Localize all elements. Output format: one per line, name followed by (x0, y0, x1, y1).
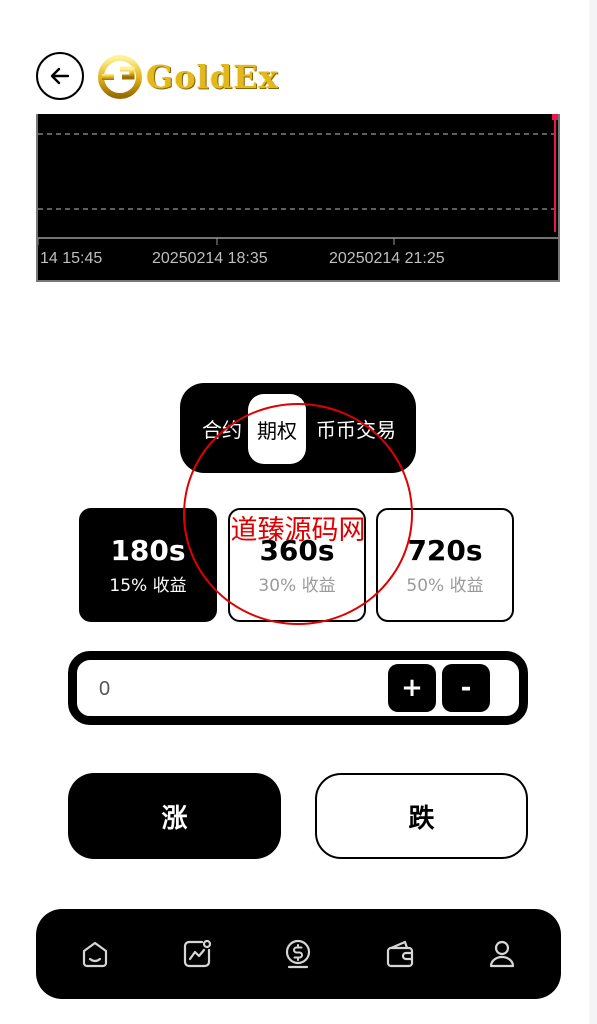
duration-seconds: 360s (259, 534, 335, 567)
nav-item-trade[interactable] (271, 927, 325, 981)
duration-rate: 30% 收益 (258, 576, 336, 596)
x-tick-label: 20250214 21:25 (329, 250, 445, 267)
user-icon (489, 940, 515, 968)
increase-button[interactable]: + (388, 664, 436, 712)
back-button[interactable] (36, 52, 84, 100)
home-icon (82, 941, 107, 968)
chart-canvas: 14 15:45 20250214 18:35 20250214 21:25 (38, 114, 558, 267)
amount-input[interactable] (99, 674, 389, 704)
price-cursor-marker (552, 114, 558, 120)
logo-mark-icon (98, 55, 142, 99)
duration-seconds: 180s (110, 534, 186, 567)
nav-item-wallet[interactable] (373, 927, 427, 981)
duration-card-360[interactable]: 360s 30% 收益 (228, 508, 366, 622)
tab-contract[interactable]: 合约 (194, 395, 250, 461)
duration-rate: 15% 收益 (109, 576, 187, 596)
logo: GoldEx (98, 54, 279, 100)
bottom-nav (36, 909, 561, 999)
x-tick-label: 20250214 18:35 (152, 250, 268, 267)
scroll-edge (589, 0, 597, 1024)
logo-text: GoldEx (146, 58, 279, 96)
x-tick-label: 14 15:45 (40, 250, 102, 267)
fall-button[interactable]: 跌 (315, 773, 528, 859)
nav-item-profile[interactable] (475, 927, 529, 981)
price-chart[interactable]: 14 15:45 20250214 18:35 20250214 21:25 (36, 114, 560, 282)
duration-card-180[interactable]: 180s 15% 收益 (79, 508, 217, 622)
amount-field: + - (68, 651, 528, 725)
nav-item-market[interactable] (170, 927, 224, 981)
duration-seconds: 720s (407, 534, 483, 567)
arrow-left-icon (50, 67, 70, 85)
tab-options[interactable]: 期权 (248, 394, 306, 464)
wallet-icon (387, 940, 414, 968)
rise-button[interactable]: 涨 (68, 773, 281, 859)
tab-spot[interactable]: 币币交易 (306, 395, 406, 461)
dollar-coin-icon (286, 939, 311, 969)
duration-rate: 50% 收益 (406, 576, 484, 596)
trade-page: GoldEx 14 15:45 20250214 18:35 20250214 … (0, 0, 597, 1024)
duration-card-720[interactable]: 720s 50% 收益 (376, 508, 514, 622)
chart-icon (183, 939, 211, 968)
trade-type-tabs: 合约 期权 币币交易 (180, 383, 416, 473)
nav-item-home[interactable] (68, 927, 122, 981)
decrease-button[interactable]: - (442, 664, 490, 712)
